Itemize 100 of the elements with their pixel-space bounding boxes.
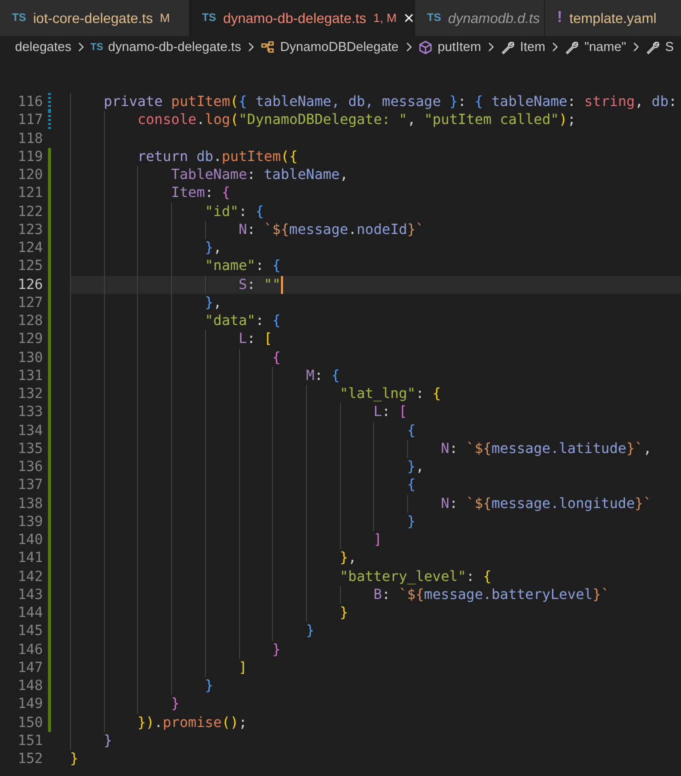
code-line: }: [70, 750, 78, 768]
tab-status: 1, M: [373, 10, 397, 27]
line-number: 135: [16, 440, 43, 458]
chevron-icon: [246, 41, 256, 53]
editor-tab[interactable]: TS dynamo-db-delegate.ts 1, M ×: [190, 0, 415, 36]
code-line: }: [407, 512, 416, 531]
line-number: 126: [16, 276, 43, 294]
wrench-icon: [564, 40, 580, 54]
code-line: }: [306, 622, 314, 640]
line-number: 116: [16, 93, 43, 112]
tab-status: M: [160, 10, 170, 27]
code-line: }: [204, 677, 214, 696]
line-number: 129: [16, 330, 43, 348]
code-line: ]: [373, 531, 382, 550]
code-line: }: [171, 695, 180, 714]
code-line: "data": {: [204, 312, 281, 330]
line-number: 145: [16, 622, 43, 640]
tab-label: dynamodb.d.ts: [448, 8, 540, 28]
code-line: }).promise();: [137, 714, 248, 732]
cube-icon: [418, 40, 433, 54]
breadcrumb-item[interactable]: delegates: [15, 37, 72, 57]
code-line: "name": {: [204, 257, 281, 276]
line-number: 149: [16, 695, 43, 714]
chevron-icon: [404, 41, 413, 53]
line-number: 123: [16, 220, 43, 239]
class-icon: [260, 40, 276, 54]
chevron-icon: [631, 41, 640, 53]
code-line: {: [407, 422, 416, 440]
wrench-icon: [645, 40, 660, 54]
code-line: }: [272, 640, 281, 659]
breadcrumb-item[interactable]: S: [665, 37, 674, 57]
line-number: 132: [16, 385, 43, 404]
code-line: L: [: [373, 403, 408, 422]
editor-tab[interactable]: TS dynamodb.d.ts: [415, 0, 545, 36]
line-number: 151: [16, 732, 43, 750]
line-number: 121: [16, 184, 43, 202]
code-line: {: [272, 348, 281, 367]
line-number: 120: [16, 166, 43, 184]
code-line: },: [204, 239, 222, 258]
breadcrumb-item[interactable]: dynamo-db-delegate.ts: [108, 37, 242, 57]
file-type-icon: !: [557, 6, 562, 30]
code-line: },: [340, 549, 357, 568]
line-number: 141: [16, 549, 43, 568]
line-number: 117: [16, 111, 43, 130]
breadcrumb-item[interactable]: putItem: [438, 37, 482, 57]
code-line: },: [407, 458, 424, 476]
code-line: N: `${message.latitude}`,: [440, 440, 652, 458]
line-number: 142: [16, 568, 43, 586]
code-line: M: {: [306, 366, 340, 385]
code-line: "id": {: [204, 202, 264, 221]
code-line: "battery_level": {: [340, 568, 492, 586]
code-line: {: [407, 476, 416, 494]
code-line: return db.putItem({: [137, 148, 298, 166]
line-number: 146: [16, 640, 43, 659]
file-type-icon: TS: [12, 10, 26, 26]
file-type-icon: TS: [202, 10, 216, 26]
line-number: 131: [16, 366, 43, 385]
line-number: 128: [16, 312, 43, 330]
line-number: 124: [16, 239, 43, 258]
code-line: N: `${message.longitude}`: [440, 494, 652, 513]
code-line: Item: {: [171, 184, 230, 202]
line-number: 118: [16, 130, 43, 148]
code-line: },: [204, 294, 222, 312]
line-number: 136: [16, 458, 43, 476]
breadcrumb-item[interactable]: "name": [584, 37, 626, 57]
tab-label: template.yaml: [569, 8, 656, 28]
editor-tab[interactable]: ! template.yaml: [545, 0, 681, 36]
text-cursor: [280, 276, 283, 294]
line-number: 150: [16, 714, 43, 732]
line-number: 133: [16, 403, 43, 422]
line-number: 138: [16, 494, 43, 513]
file-type-icon: TS: [427, 10, 442, 26]
line-number: 125: [16, 257, 43, 276]
line-number: 127: [16, 294, 43, 312]
code-line: TableName: tableName,: [171, 166, 348, 184]
breadcrumb-item[interactable]: Item: [520, 37, 546, 57]
line-number: 148: [16, 677, 43, 696]
code-line: B: `${message.batteryLevel}`: [373, 586, 610, 604]
line-number: 143: [16, 586, 43, 604]
chevron-icon: [550, 41, 560, 53]
code-line: ]: [238, 658, 248, 677]
code-line: private putItem({ tableName, db, message }: { tableName: string, db:: [104, 93, 677, 112]
code-line: console.log("DynamoDBDelegate: ", "putItem called");: [137, 111, 576, 130]
file-type-icon: TS: [90, 40, 104, 54]
line-number: 119: [16, 148, 43, 166]
tab-label: dynamo-db-delegate.ts: [223, 8, 366, 28]
line-number: 130: [16, 348, 43, 367]
line-number: 134: [16, 422, 43, 440]
wrench-icon: [500, 40, 516, 54]
code-line: }: [104, 732, 112, 750]
breadcrumb-item[interactable]: DynamoDBDelegate: [280, 37, 399, 57]
line-number: 137: [16, 476, 43, 494]
editor-tab[interactable]: TS iot-core-delegate.ts M: [0, 0, 190, 36]
close-icon[interactable]: ×: [404, 9, 414, 27]
code-line: L: [: [238, 330, 272, 348]
line-number: 122: [16, 202, 43, 221]
line-number: 152: [16, 750, 43, 768]
line-number: 147: [16, 658, 43, 677]
code-line: N: `${message.nodeId}`: [238, 220, 424, 239]
line-number: 144: [16, 604, 43, 622]
